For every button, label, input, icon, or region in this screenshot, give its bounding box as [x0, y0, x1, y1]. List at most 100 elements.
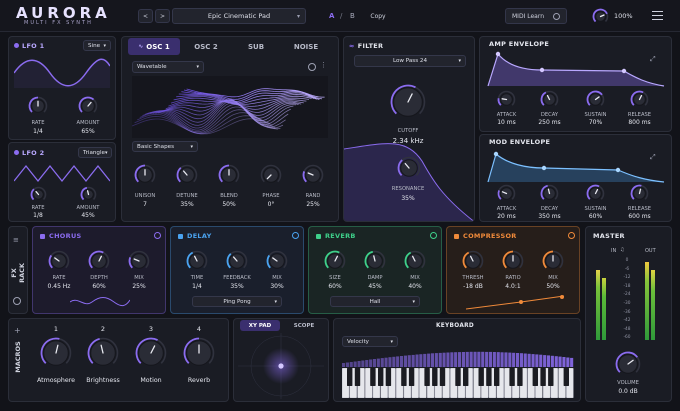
compressor-mix-knob[interactable] [542, 250, 564, 272]
wavetable-select[interactable]: Basic Shapes ▾ [132, 141, 198, 152]
waveform-small-icon: ∿ [138, 43, 144, 50]
osc-phase-knob[interactable] [260, 164, 282, 186]
fx-rack-power-icon[interactable] [13, 297, 21, 305]
tab-osc2[interactable]: OSC 2 [184, 38, 228, 55]
amp-env-sustain-knob[interactable] [586, 90, 605, 109]
lfo1-amount-knob[interactable] [78, 96, 98, 116]
amp-env-attack-knob[interactable] [497, 90, 516, 109]
compressor-thresh-label: THRESH [462, 275, 484, 281]
link-icon[interactable]: ♫ [620, 247, 624, 253]
mod-env-decay-knob[interactable] [540, 184, 559, 203]
osc-type-select[interactable]: Wavetable ▾ [132, 61, 204, 73]
midi-learn-button[interactable]: MIDI Learn [505, 8, 567, 24]
preset-next-button[interactable]: > [155, 9, 170, 23]
osc-info-icon[interactable] [308, 63, 316, 71]
lfo2-rate-knob[interactable] [30, 186, 47, 203]
lfo1-amount-value: 65% [81, 128, 95, 135]
filter-type-select[interactable]: Low Pass 24 ▾ [354, 55, 466, 67]
osc-rand-knob[interactable] [302, 164, 324, 186]
delay-feedback-knob[interactable] [226, 250, 248, 272]
preset-selector[interactable]: Epic Cinematic Pad ▾ [172, 8, 306, 24]
preset-prev-button[interactable]: < [138, 9, 153, 23]
reverb-mix-knob[interactable] [404, 250, 426, 272]
lfo1-shape-select[interactable]: Sine ▾ [83, 40, 111, 51]
compressor-title: COMPRESSOR [454, 232, 517, 240]
amp-env-decay-knob[interactable] [540, 90, 559, 109]
lfo1-rate-knob[interactable] [28, 96, 48, 116]
reverb-enable-checkbox[interactable] [316, 233, 321, 239]
filter-resonance-knob[interactable] [397, 156, 421, 180]
macro-1-knob[interactable] [40, 337, 72, 369]
reverb-size-knob[interactable] [324, 250, 346, 272]
mod-env-attack-knob[interactable] [497, 184, 516, 203]
keyboard-mode-select[interactable]: Velocity ▾ [342, 336, 398, 347]
compressor-ratio-knob[interactable] [502, 250, 524, 272]
amp-env-release-knob[interactable] [630, 90, 649, 109]
tab-sub[interactable]: SUB [234, 38, 278, 55]
ab-separator: / [340, 12, 343, 20]
lfo2-active-dot[interactable] [14, 150, 19, 155]
lfo2-shape-select[interactable]: Triangle ▾ [78, 147, 112, 158]
reverb-power-icon[interactable] [430, 232, 437, 239]
midi-learn-label: MIDI Learn [512, 12, 545, 20]
lfo2-amount-knob[interactable] [80, 186, 97, 203]
compressor-power-icon[interactable] [568, 232, 575, 239]
delay-time-knob[interactable] [186, 250, 208, 272]
chorus-power-icon[interactable] [154, 232, 161, 239]
mod-env-sustain-knob[interactable] [586, 184, 605, 203]
xy-pad-area[interactable] [238, 333, 324, 399]
master-volume-knob[interactable] [615, 351, 641, 377]
compressor-thresh-knob[interactable] [462, 250, 484, 272]
chorus-mix-knob[interactable] [128, 250, 150, 272]
osc-blend-knob[interactable] [218, 164, 240, 186]
filter-cutoff-knob[interactable] [390, 84, 426, 120]
chevron-down-icon: ▾ [458, 58, 461, 64]
master-volume-label: VOLUME [617, 380, 639, 386]
tab-scope[interactable]: SCOPE [284, 320, 324, 331]
macro-4-knob[interactable] [183, 337, 215, 369]
delay-mode-select[interactable]: Ping Pong ▾ [192, 296, 282, 307]
delay-time-label: TIME [190, 275, 204, 281]
fx-rack-label: FX RACK [10, 263, 26, 283]
chorus-mix-value: 25% [132, 283, 146, 290]
ab-b-button[interactable]: B [350, 12, 355, 20]
mod-env-release-knob[interactable] [630, 184, 649, 203]
mod-env-attack-label: ATTACK [496, 206, 517, 212]
reverb-mode-select[interactable]: Hall ▾ [330, 296, 420, 307]
reverb-size-value: 60% [328, 283, 342, 290]
tab-noise[interactable]: NOISE [284, 38, 328, 55]
chorus-depth-knob[interactable] [88, 250, 110, 272]
osc-rand-label: RAND [305, 193, 321, 199]
chorus-rate-knob[interactable] [48, 250, 70, 272]
lfo1-active-dot[interactable] [14, 43, 19, 48]
osc-type-value: Wavetable [137, 64, 167, 70]
tab-osc1[interactable]: ∿ OSC 1 [128, 38, 180, 55]
osc-menu-icon[interactable]: ⋮ [320, 61, 327, 69]
master-title: MASTER [593, 232, 625, 240]
reverb-mix-label: MIX [410, 275, 420, 281]
fx-rack-menu-icon[interactable]: ≡ [13, 236, 19, 244]
osc-unison-knob[interactable] [134, 164, 156, 186]
delay-mix-knob[interactable] [266, 250, 288, 272]
ab-a-button[interactable]: A [329, 12, 334, 20]
master-in-label: IN [611, 248, 617, 254]
chevron-down-icon: ▾ [190, 143, 193, 150]
chorus-enable-checkbox[interactable] [40, 233, 45, 239]
macros-add-icon[interactable]: + [14, 326, 21, 335]
osc-detune-knob[interactable] [176, 164, 198, 186]
delay-feedback-value: 35% [230, 283, 244, 290]
piano-keyboard[interactable] [342, 368, 574, 398]
mod-envelope-graph [487, 151, 665, 183]
reverb-damp-knob[interactable] [364, 250, 386, 272]
osc-phase-label: PHASE [262, 193, 280, 199]
reverb-size-label: SIZE [329, 275, 341, 281]
compressor-enable-checkbox[interactable] [454, 233, 459, 239]
tab-xy-pad[interactable]: XY PAD [240, 320, 280, 331]
menu-icon[interactable] [652, 11, 663, 20]
delay-power-icon[interactable] [292, 232, 299, 239]
macro-3-knob[interactable] [135, 337, 167, 369]
copy-button[interactable]: Copy [364, 9, 392, 23]
delay-enable-checkbox[interactable] [178, 233, 183, 239]
master-volume-header-knob[interactable] [592, 8, 609, 25]
macro-2-knob[interactable] [87, 337, 119, 369]
